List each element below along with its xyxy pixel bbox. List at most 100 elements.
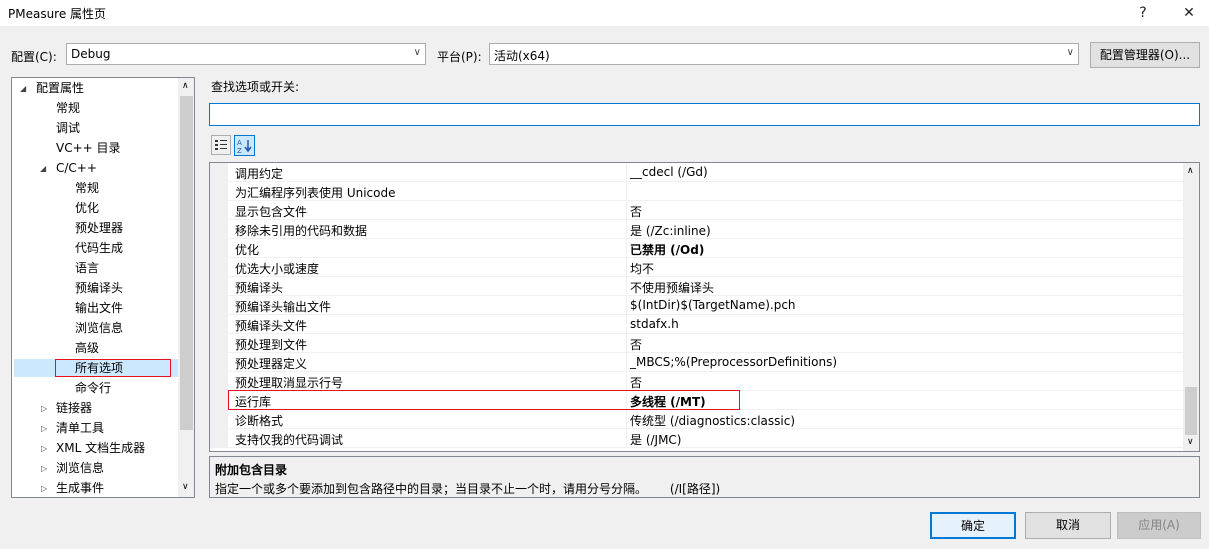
property-row[interactable]: 预编译头 不使用预编译头 [210,277,1183,296]
tree-item[interactable]: 清单工具 [56,418,104,438]
chevron-down-icon[interactable]: ∨ [1187,437,1194,447]
property-value[interactable]: 已禁用 (/Od) [630,241,704,258]
scroll-thumb[interactable] [1185,387,1197,435]
property-row[interactable]: 诊断格式 传统型 (/diagnostics:classic) [210,410,1183,429]
chevron-up-icon[interactable]: ∧ [182,81,189,91]
row-gutter [210,258,228,277]
property-value[interactable]: 传统型 (/diagnostics:classic) [630,412,795,429]
property-value[interactable]: __cdecl (/Gd) [630,165,708,179]
column-divider [626,353,627,372]
property-value[interactable]: 否 [630,203,642,220]
tree-item-cpp[interactable]: C/C++ [56,158,97,178]
tree-item[interactable]: 优化 [75,198,99,218]
tree-scrollbar[interactable]: ∧ ∨ [178,78,194,497]
property-name: 优选大小或速度 [235,262,320,276]
property-value[interactable]: 是 (/JMC) [630,431,682,448]
tree-item[interactable]: 常规 [56,98,80,118]
search-input[interactable] [209,103,1200,126]
collapsed-icon[interactable]: ▷ [41,464,47,473]
tree-item[interactable]: 代码生成 [75,238,123,258]
property-row[interactable]: 优选大小或速度 均不 [210,258,1183,277]
apply-button[interactable]: 应用(A) [1117,512,1201,539]
close-button[interactable]: ✕ [1166,0,1209,26]
property-value[interactable]: stdafx.h [630,317,679,331]
expanded-icon[interactable]: ◢ [40,164,46,173]
description-panel: 附加包含目录 指定一个或多个要添加到包含路径中的目录；当目录不止一个时，请用分号… [209,456,1200,498]
tree-item[interactable]: 预编译头 [75,278,123,298]
tree-item[interactable]: 生成事件 [56,478,104,497]
row-gutter [210,220,228,239]
column-divider [626,315,627,334]
property-row[interactable]: 预编译头文件 stdafx.h [210,315,1183,334]
tree-item[interactable]: 命令行 [75,378,111,398]
property-name: 为汇编程序列表使用 Unicode [235,186,396,200]
platform-dropdown[interactable]: 活动(x64) ∨ [489,43,1079,65]
tree-item[interactable]: 预处理器 [75,218,123,238]
help-button[interactable]: ? [1120,0,1166,26]
property-row[interactable]: 显示包含文件 否 [210,201,1183,220]
tree-item-selected[interactable]: 所有选项 [75,358,123,378]
description-title: 附加包含目录 [215,463,288,477]
property-value[interactable]: 否 [630,374,642,391]
row-gutter [210,239,228,258]
property-row[interactable]: 优化 已禁用 (/Od) [210,239,1183,258]
property-row[interactable]: 为汇编程序列表使用 Unicode [210,182,1183,201]
tree-item[interactable]: 语言 [75,258,99,278]
config-value: Debug [71,47,111,61]
ok-button[interactable]: 确定 [930,512,1016,539]
chevron-down-icon[interactable]: ∨ [182,482,189,492]
window-title: PMeasure 属性页 [8,7,107,21]
row-gutter [210,353,228,372]
categorized-view-icon[interactable] [211,135,231,155]
property-value[interactable]: 不使用预编译头 [630,279,714,296]
property-row[interactable]: 移除未引用的代码和数据 是 (/Zc:inline) [210,220,1183,239]
property-value[interactable]: _MBCS;%(PreprocessorDefinitions) [630,355,837,369]
config-manager-button[interactable]: 配置管理器(O)... [1090,42,1200,68]
property-name: 预处理器定义 [235,357,308,371]
column-divider [626,258,627,277]
collapsed-icon[interactable]: ▷ [41,424,47,433]
tree-item[interactable]: 浏览信息 [56,458,104,478]
collapsed-icon[interactable]: ▷ [41,404,47,413]
scroll-thumb[interactable] [180,96,193,430]
property-row[interactable]: 预处理到文件 否 [210,334,1183,353]
tree-item[interactable]: VC++ 目录 [56,138,121,158]
column-divider [626,277,627,296]
column-divider [626,334,627,353]
tree-item[interactable]: 浏览信息 [75,318,123,338]
row-gutter [210,372,228,391]
tree-item-root[interactable]: 配置属性 [36,78,84,98]
collapsed-icon[interactable]: ▷ [41,444,47,453]
row-gutter [210,429,228,448]
collapsed-icon[interactable]: ▷ [41,484,47,493]
property-row[interactable]: 预处理取消显示行号 否 [210,372,1183,391]
property-value[interactable]: 否 [630,336,642,353]
tree-item[interactable]: 输出文件 [75,298,123,318]
annotation-box [228,390,740,410]
alphabetical-sort-icon[interactable]: AZ [234,135,255,156]
platform-label: 平台(P): [437,50,482,64]
property-row[interactable]: 预编译头输出文件 $(IntDir)$(TargetName).pch [210,296,1183,315]
config-dropdown[interactable]: Debug ∨ [66,43,426,65]
property-row[interactable]: 调用约定 __cdecl (/Gd) [210,163,1183,182]
grid-scrollbar[interactable]: ∧ ∨ [1183,163,1199,451]
tree-item[interactable]: 常规 [75,178,99,198]
expanded-icon[interactable]: ◢ [20,84,26,93]
property-value[interactable]: $(IntDir)$(TargetName).pch [630,298,796,312]
svg-text:Z: Z [237,147,242,155]
cancel-button[interactable]: 取消 [1025,512,1111,539]
column-divider [626,410,627,429]
property-value[interactable]: 均不 [630,260,654,277]
property-row[interactable]: 支持仅我的代码调试 是 (/JMC) [210,429,1183,448]
tree-item[interactable]: 调试 [56,118,80,138]
tree-item[interactable]: XML 文档生成器 [56,438,145,458]
tree-item[interactable]: 高级 [75,338,99,358]
row-gutter [210,277,228,296]
property-value[interactable]: 是 (/Zc:inline) [630,222,711,239]
chevron-up-icon[interactable]: ∧ [1187,166,1194,176]
property-name: 诊断格式 [235,414,284,428]
tree-item[interactable]: 链接器 [56,398,92,418]
column-divider [626,163,627,182]
property-row[interactable]: 预处理器定义 _MBCS;%(PreprocessorDefinitions) [210,353,1183,372]
config-label: 配置(C): [11,50,57,64]
